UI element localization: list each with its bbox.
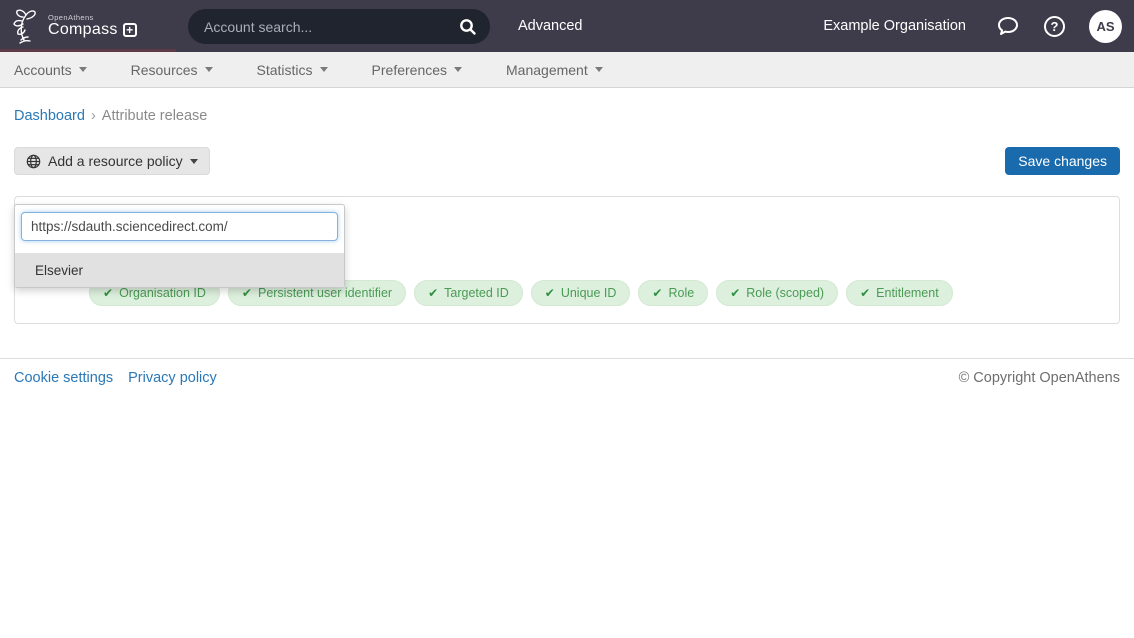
brand-compass: Compass [48,22,118,39]
check-icon: ✔ [242,286,252,300]
cookie-settings-link[interactable]: Cookie settings [14,370,113,386]
menu-management[interactable]: Management [506,62,603,78]
user-avatar[interactable]: AS [1089,10,1122,43]
caret-down-icon [190,159,198,164]
badge-label: Role (scoped) [746,286,824,300]
check-icon: ✔ [652,286,662,300]
badge-label: Role [668,286,694,300]
check-icon: ✔ [428,286,438,300]
chevron-down-icon [454,67,462,72]
privacy-policy-link[interactable]: Privacy policy [128,370,217,386]
plus-badge-icon: + [123,23,137,37]
menu-preferences-label: Preferences [372,62,447,78]
help-icon: ? [1044,16,1065,37]
navbar-right: Example Organisation ? AS [823,0,1122,52]
menu-statistics-label: Statistics [257,62,313,78]
menu-accounts-label: Accounts [14,62,72,78]
attribute-badge: ✔ Entitlement [846,280,953,306]
attribute-badge: ✔ Role [638,280,708,306]
chevron-down-icon [79,67,87,72]
attribute-badge: ✔ Targeted ID [414,280,523,306]
chevron-down-icon [595,67,603,72]
check-icon: ✔ [103,286,113,300]
attribute-badge: ✔ Unique ID [531,280,631,306]
check-icon: ✔ [730,286,740,300]
logo-text: OpenAthens Compass + [48,14,137,39]
openathens-sprig-icon [10,7,42,45]
breadcrumb-dashboard-link[interactable]: Dashboard [14,108,85,124]
attribute-badge: ✔ Role (scoped) [716,280,838,306]
save-changes-button[interactable]: Save changes [1005,147,1120,175]
chevron-down-icon [205,67,213,72]
help-button[interactable]: ? [1044,16,1065,37]
main-menubar: Accounts Resources Statistics Preference… [0,52,1134,88]
breadcrumb-separator: › [91,108,96,124]
search-icon [458,17,478,37]
chevron-down-icon [320,67,328,72]
menu-resources-label: Resources [131,62,198,78]
breadcrumb: Dashboard › Attribute release [14,108,1120,124]
account-search [188,9,490,44]
check-icon: ✔ [545,286,555,300]
chat-button[interactable] [996,15,1020,37]
badge-label: Unique ID [561,286,617,300]
copyright-text: © Copyright OpenAthens [959,370,1120,386]
menu-preferences[interactable]: Preferences [372,62,462,78]
resource-url-input[interactable] [21,212,338,241]
openathens-logo[interactable]: OpenAthens Compass + [0,0,176,52]
badge-label: Entitlement [876,286,939,300]
logo-accent-bar [0,49,176,52]
badge-label: Organisation ID [119,286,206,300]
organisation-name: Example Organisation [823,18,966,34]
menu-resources[interactable]: Resources [131,62,213,78]
menu-management-label: Management [506,62,588,78]
search-button[interactable] [458,17,478,37]
advanced-search-link[interactable]: Advanced [518,18,583,34]
add-resource-policy-label: Add a resource policy [48,153,183,169]
menu-statistics[interactable]: Statistics [257,62,328,78]
page: OpenAthens Compass + Advanced Example Or… [0,0,1134,638]
resource-policy-dropdown: Elsevier [14,204,345,288]
add-resource-policy-button[interactable]: Add a resource policy [14,147,210,175]
globe-icon [26,154,41,169]
page-footer: Cookie settings Privacy policy © Copyrig… [0,358,1134,386]
badge-label: Targeted ID [444,286,509,300]
top-navbar: OpenAthens Compass + Advanced Example Or… [0,0,1134,52]
dropdown-options: Elsevier [15,253,344,287]
account-search-input[interactable] [204,19,458,35]
chat-bubble-icon [996,15,1020,37]
check-icon: ✔ [860,286,870,300]
breadcrumb-current: Attribute release [102,108,208,124]
toolbar-row: Add a resource policy Save changes [14,147,1120,175]
footer-links: Cookie settings Privacy policy [14,370,217,386]
badge-label: Persistent user identifier [258,286,392,300]
dropdown-option-elsevier[interactable]: Elsevier [15,253,344,287]
menu-accounts[interactable]: Accounts [14,62,87,78]
